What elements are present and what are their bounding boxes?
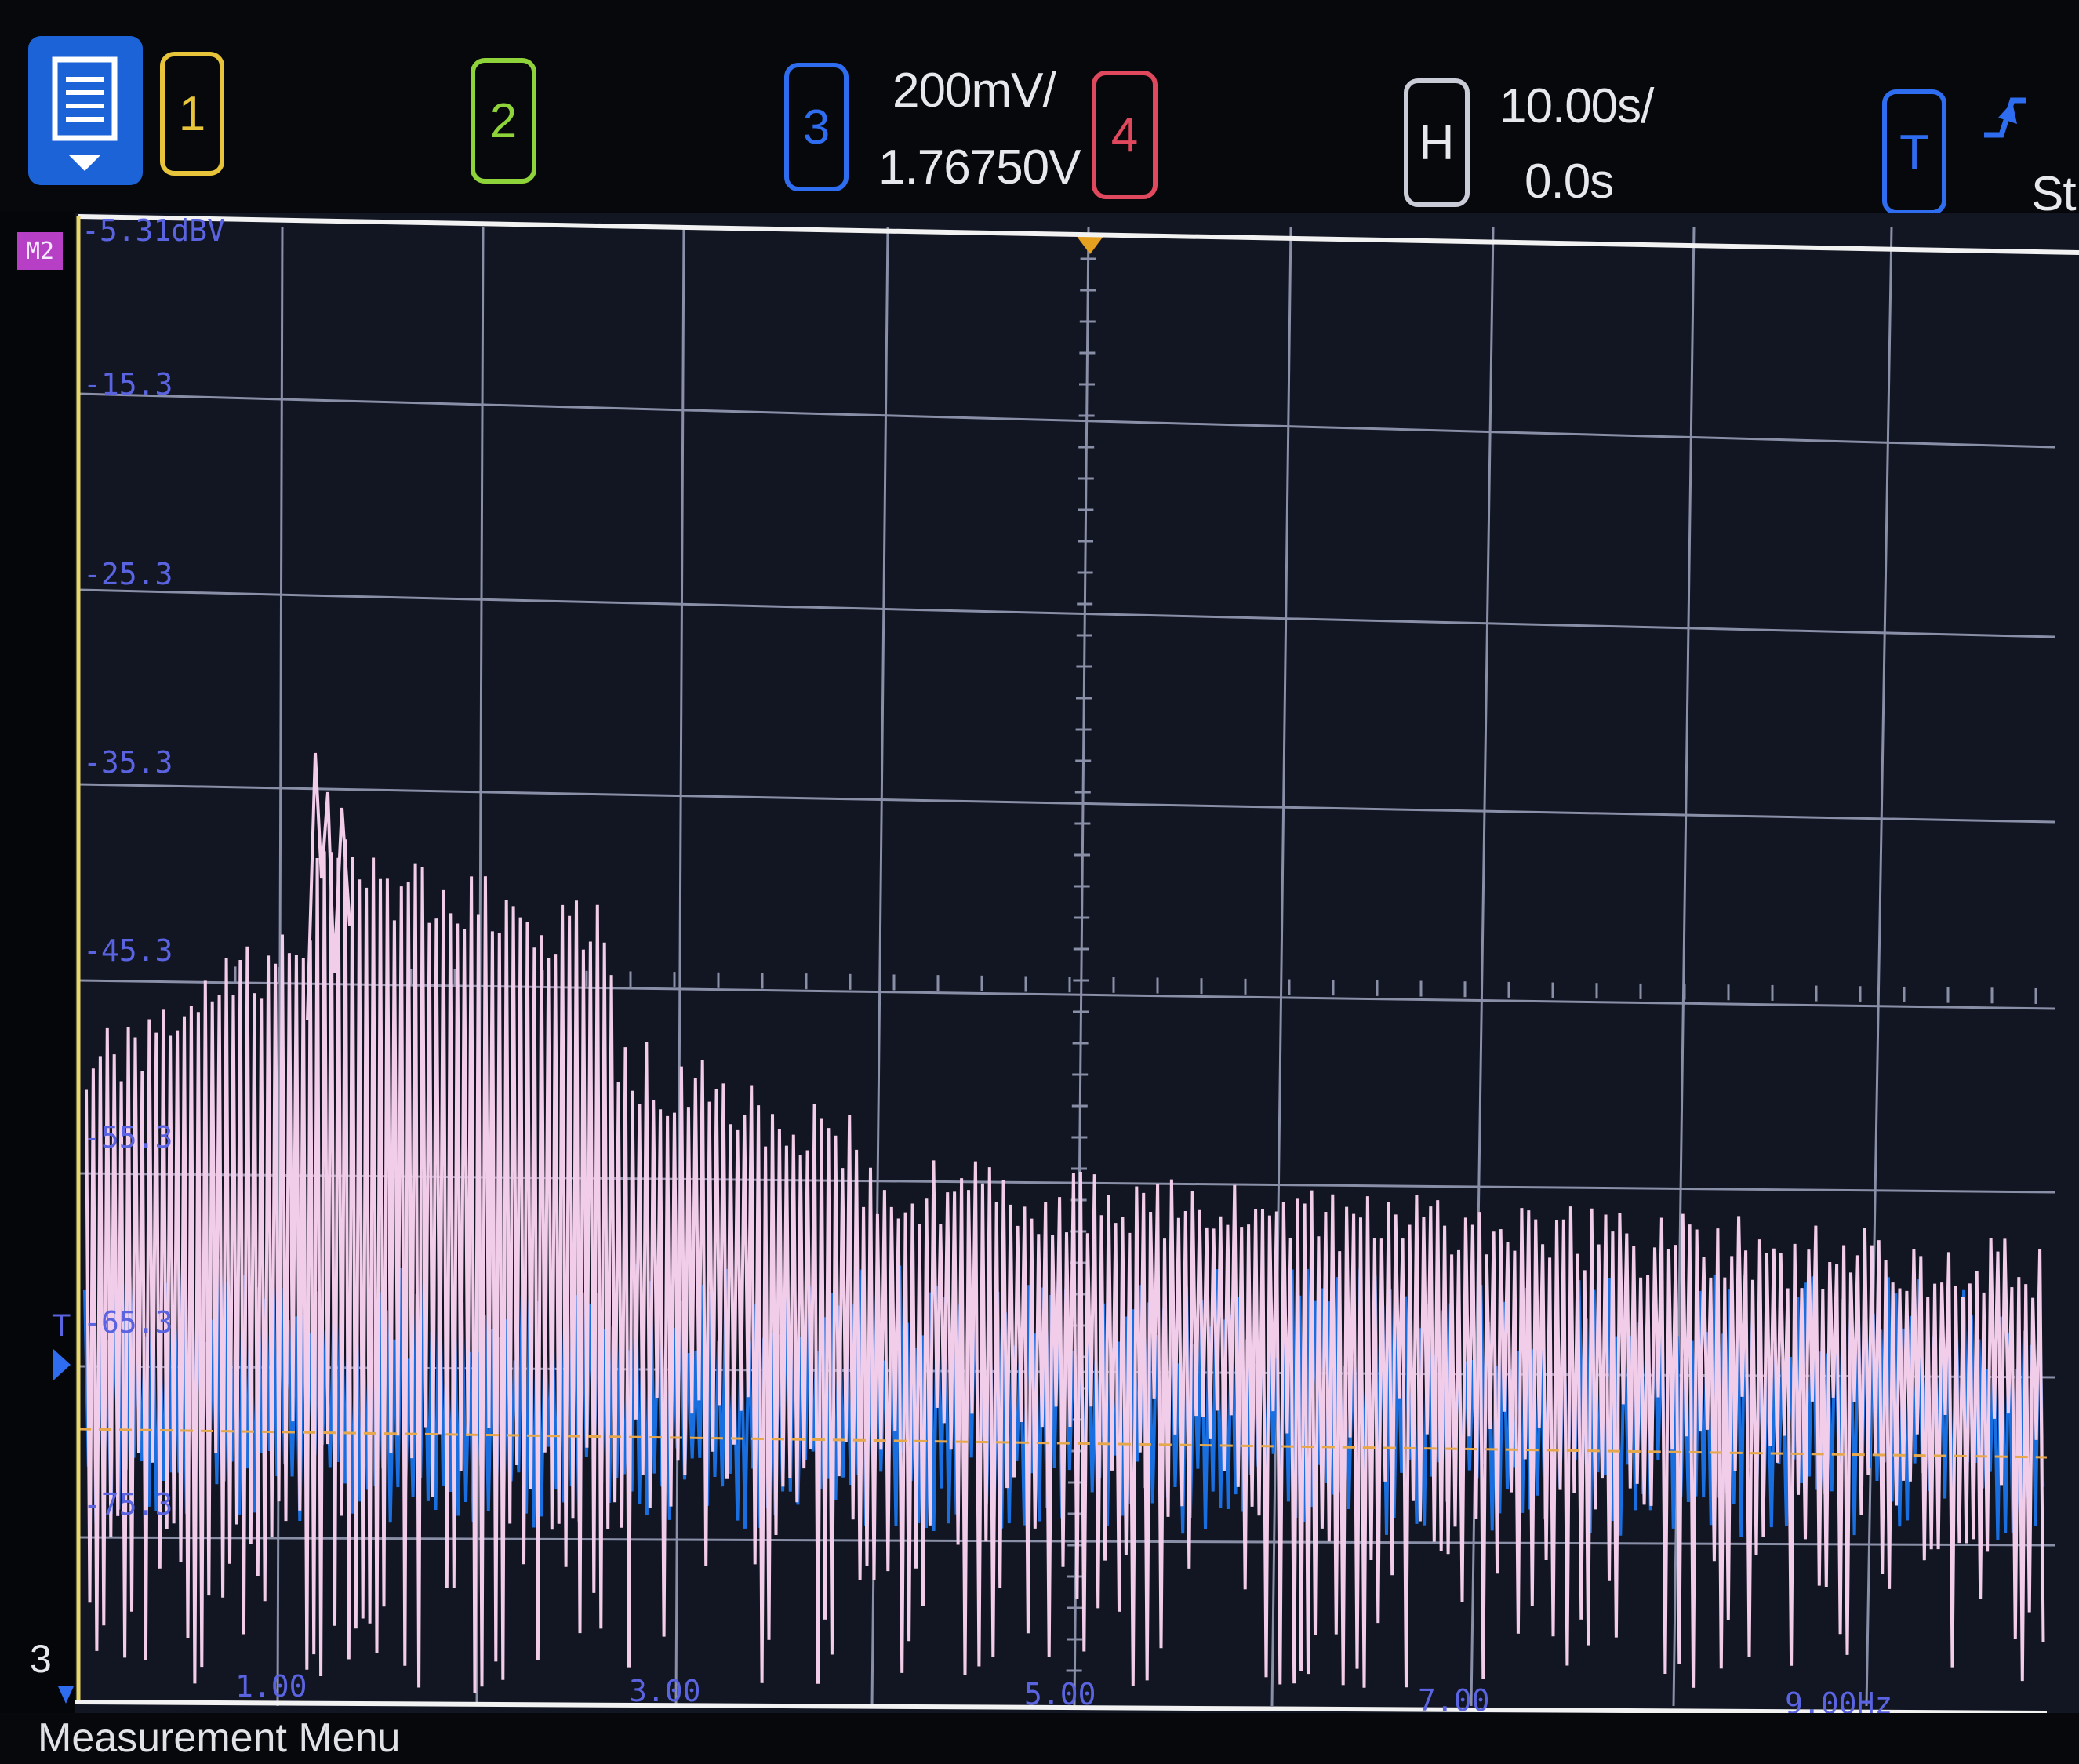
math-channel-tag[interactable]: M2	[17, 232, 63, 270]
grid-h-line-1	[78, 392, 2055, 449]
screen-top-border	[78, 214, 2079, 255]
grid-v-line-3	[674, 227, 685, 1707]
measurement-menu-title: Measurement Menu	[38, 1715, 401, 1761]
trigger-marker-label: T	[52, 1308, 71, 1343]
grid-h-line-3	[78, 783, 2055, 824]
trigger-level-arrow[interactable]	[53, 1349, 71, 1380]
y-label-2: -25.3	[83, 557, 173, 591]
math-fft-trace-path	[85, 839, 2045, 1693]
y-label-4: -45.3	[83, 933, 173, 968]
x-label-3: 5.00	[1024, 1677, 1096, 1711]
grid-h-line-2	[78, 588, 2055, 638]
math-top-level: -5.31dBV	[82, 213, 226, 248]
channel-3-marker-label: 3	[30, 1637, 52, 1681]
x-label-1: 1.00	[235, 1669, 307, 1704]
y-label-3: -35.3	[83, 745, 173, 780]
channel-3-ground-arrow[interactable]	[58, 1686, 74, 1704]
y-label-1: -15.3	[83, 367, 173, 402]
math-fft-trace	[85, 752, 2045, 1693]
spectrum-plot	[53, 214, 2079, 1715]
y-label-7: -75.3	[83, 1487, 173, 1522]
y-label-5: -55.3	[83, 1120, 173, 1155]
y-label-6: -65.3	[83, 1305, 173, 1340]
x-label-2: 3.00	[629, 1674, 701, 1708]
trigger-position-marker[interactable]	[1076, 235, 1104, 254]
